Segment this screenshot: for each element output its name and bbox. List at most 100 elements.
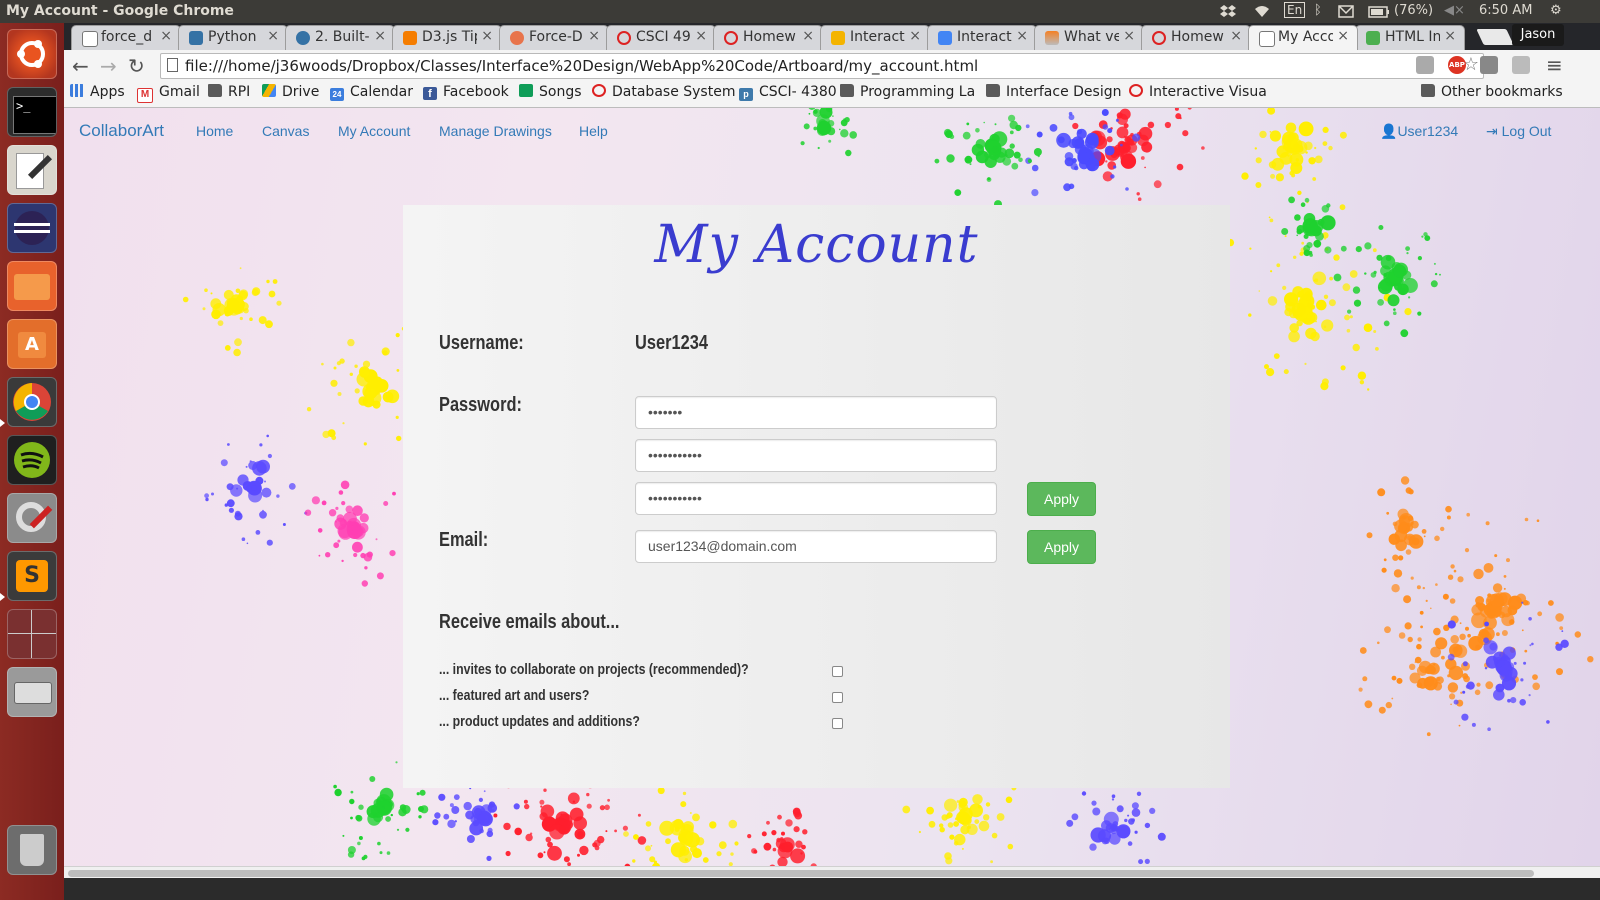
profile-button[interactable]: Jason	[1512, 24, 1564, 46]
featured-art-checkbox[interactable]	[832, 692, 843, 703]
software-center-icon[interactable]: A	[7, 319, 57, 369]
email-field[interactable]: user1234@domain.com	[635, 530, 997, 563]
nav-my-account[interactable]: My Account	[338, 123, 410, 139]
window-title: My Account - Google Chrome	[6, 3, 234, 19]
keyboard-layout-indicator[interactable]: En	[1284, 2, 1306, 18]
close-icon[interactable]: ×	[160, 28, 172, 44]
bluetooth-icon[interactable]: ᛒ	[1314, 3, 1322, 18]
bookmark-csci-4380[interactable]: p CSCI- 4380	[739, 84, 837, 101]
drive-icon	[262, 84, 276, 97]
close-icon[interactable]: ×	[1230, 28, 1242, 44]
forward-arrow-icon[interactable]: →	[100, 54, 117, 78]
tab[interactable]: Homew ×	[1141, 25, 1251, 50]
clock[interactable]: 6:50 AM	[1479, 3, 1532, 18]
chrome-menu-icon[interactable]: ≡	[1546, 53, 1563, 77]
current-password-field[interactable]: •••••••	[635, 396, 997, 429]
page-info-icon[interactable]	[167, 58, 178, 72]
tab[interactable]: CSCI 49 ×	[606, 25, 716, 50]
mail-icon[interactable]	[1338, 4, 1354, 19]
close-icon[interactable]: ×	[267, 28, 279, 44]
settings-gear-icon[interactable]: ⚙	[1550, 3, 1562, 18]
wifi-icon[interactable]	[1254, 4, 1270, 19]
close-icon[interactable]: ×	[1337, 28, 1349, 44]
terminal-icon[interactable]: >_	[7, 87, 57, 137]
close-icon[interactable]: ×	[481, 28, 493, 44]
new-password-field[interactable]: •••••••••••	[635, 439, 997, 472]
close-icon[interactable]: ×	[1016, 28, 1028, 44]
tab[interactable]: Python ×	[178, 25, 288, 50]
apply-password-button[interactable]: Apply	[1027, 482, 1096, 516]
nav-help[interactable]: Help	[579, 123, 608, 139]
close-icon[interactable]: ×	[802, 28, 814, 44]
workspace-switcher-icon[interactable]	[7, 609, 57, 659]
tab[interactable]: Interact ×	[820, 25, 930, 50]
dropbox-icon[interactable]	[1220, 4, 1236, 19]
chrome-icon[interactable]	[7, 377, 57, 427]
nav-user[interactable]: 👤User1234	[1380, 123, 1458, 140]
extension-icon[interactable]	[1416, 56, 1434, 74]
css-extension-icon[interactable]	[1512, 56, 1530, 74]
tab-label: force_d	[101, 29, 153, 45]
nav-canvas[interactable]: Canvas	[262, 123, 309, 139]
tab[interactable]: What ve ×	[1034, 25, 1144, 50]
bookmark-songs[interactable]: Songs	[519, 84, 582, 100]
close-icon[interactable]: ×	[1123, 28, 1135, 44]
nav-home[interactable]: Home	[196, 123, 233, 139]
close-icon[interactable]: ×	[374, 28, 386, 44]
ubuntu-dash-icon[interactable]	[7, 29, 57, 79]
volume-icon[interactable]: ◀×	[1444, 3, 1465, 18]
bookmark-gmail[interactable]: M Gmail	[137, 84, 200, 103]
bookmark-programming-la[interactable]: Programming La	[840, 84, 975, 100]
address-bar[interactable]: file:///home/j36woods/Dropbox/Classes/In…	[160, 53, 1484, 79]
bookmark-calendar[interactable]: 24 Calendar	[330, 84, 413, 101]
close-icon[interactable]: ×	[1444, 28, 1456, 44]
browser-toolbar: ← → ↻ file:///home/j36woods/Dropbox/Clas…	[64, 50, 1600, 81]
close-icon[interactable]: ×	[695, 28, 707, 44]
battery-icon[interactable]	[1368, 4, 1390, 19]
files-icon[interactable]	[7, 261, 57, 311]
text-editor-icon[interactable]	[7, 145, 57, 195]
close-icon[interactable]: ×	[909, 28, 921, 44]
shield-icon[interactable]	[1480, 56, 1498, 74]
confirm-password-field[interactable]: •••••••••••	[635, 482, 997, 515]
tab[interactable]: Homew ×	[713, 25, 823, 50]
tab[interactable]: 2. Built- ×	[285, 25, 395, 50]
product-updates-checkbox[interactable]	[832, 718, 843, 729]
bookmark-interface-design[interactable]: Interface Design	[986, 84, 1121, 100]
nav-manage-drawings[interactable]: Manage Drawings	[439, 123, 552, 139]
adblock-icon[interactable]: ABP	[1448, 56, 1466, 74]
tab[interactable]: force_d ×	[71, 25, 181, 50]
invites-checkbox[interactable]	[832, 666, 843, 677]
scrollbar-thumb[interactable]	[68, 870, 1534, 877]
system-settings-icon[interactable]	[7, 493, 57, 543]
back-arrow-icon[interactable]: ←	[72, 54, 89, 78]
apply-email-button[interactable]: Apply	[1027, 530, 1096, 564]
bookmark-other-bookmarks[interactable]: Other bookmarks	[1421, 84, 1563, 100]
spotify-icon[interactable]	[7, 435, 57, 485]
nav-logout[interactable]: ⇥ Log Out	[1486, 123, 1551, 140]
url-text[interactable]: file:///home/j36woods/Dropbox/Classes/In…	[185, 57, 978, 75]
bookmark-apps[interactable]: Apps	[70, 84, 125, 100]
site-brand[interactable]: CollaborArt	[79, 121, 164, 141]
bookmark-facebook[interactable]: f Facebook	[423, 84, 509, 100]
bookmark-interactive-visua[interactable]: Interactive Visua	[1129, 84, 1267, 100]
bookmark-database-system[interactable]: Database System	[592, 84, 735, 100]
disk-drive-icon[interactable]	[7, 667, 57, 717]
bookmark-drive[interactable]: Drive	[262, 84, 319, 100]
sublime-text-icon[interactable]: S	[7, 551, 57, 601]
bookmark-rpi[interactable]: RPI	[208, 84, 250, 100]
tab[interactable]: D3.js Tip ×	[392, 25, 502, 50]
tab[interactable]: HTML In ×	[1355, 25, 1465, 50]
trash-icon[interactable]	[7, 825, 57, 875]
cs-icon	[592, 84, 606, 97]
tab[interactable]: Force-D ×	[499, 25, 609, 50]
new-tab-button[interactable]	[1476, 29, 1514, 45]
tab[interactable]: Interact ×	[927, 25, 1037, 50]
paint-splat	[747, 807, 817, 866]
tab-active[interactable]: My Acco ×	[1248, 25, 1358, 50]
reload-icon[interactable]: ↻	[128, 54, 145, 78]
tab-label: CSCI 49	[636, 29, 691, 45]
paint-splat	[1366, 476, 1452, 578]
eclipse-icon[interactable]	[7, 203, 57, 253]
close-icon[interactable]: ×	[588, 28, 600, 44]
